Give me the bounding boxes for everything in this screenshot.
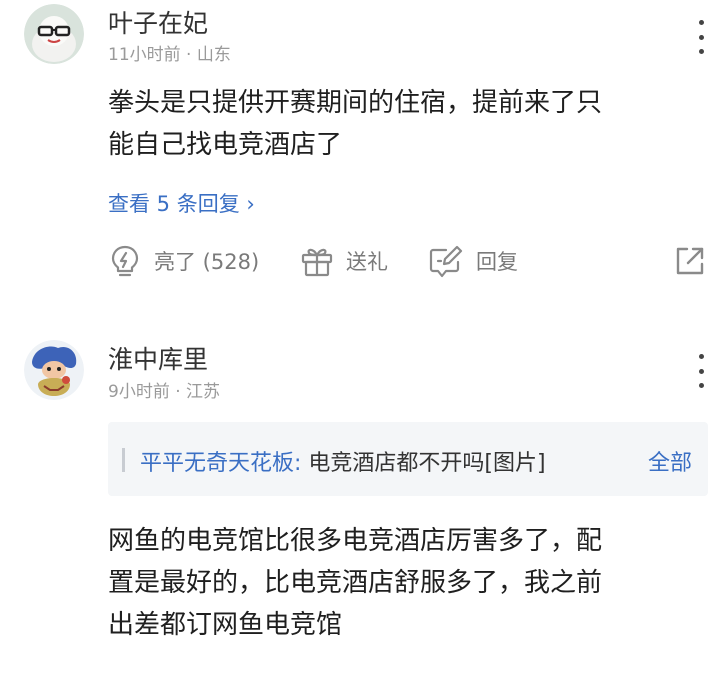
avatar[interactable] [24,340,84,400]
quote-bar [122,448,125,472]
comment-text: 拳头是只提供开赛期间的住宿，提前来了只 能自己找电竞酒店了 [108,82,698,166]
comment-text-line: 拳头是只提供开赛期间的住宿，提前来了只 [108,88,603,118]
quote-body: 电竞酒店都不开吗[图片] [308,451,546,476]
quote-expand-all[interactable]: 全部 [648,445,692,477]
gift-label: 送礼 [346,250,388,274]
comment-text-line: 置是最好的，比电竞酒店舒服多了，我之前 [108,568,603,598]
more-icon[interactable] [691,354,711,388]
username[interactable]: 淮中库里 [108,340,208,376]
gift-button[interactable]: 送礼 [300,240,388,282]
reply-edit-icon [428,244,464,278]
comment-meta: 9小时前 · 江苏 [108,382,221,402]
view-replies-link[interactable]: 查看 5 条回复 › [108,188,255,218]
gift-icon [300,244,334,278]
share-icon [673,244,707,278]
reply-label: 回复 [476,250,518,274]
share-button[interactable] [673,240,707,282]
quote-text: 平平无奇天花板: 电竞酒店都不开吗[图片] [140,445,620,477]
comment-text-line: 出差都订网鱼电竞馆 [108,610,343,640]
more-icon[interactable] [691,20,711,54]
avatar[interactable] [24,4,84,64]
comment-item: 淮中库里 9小时前 · 江苏 平平无奇天花板: 电竞酒店都不开吗[图片] 全部 … [0,320,719,674]
comment-meta: 11小时前 · 山东 [108,45,231,65]
comment-text-line: 能自己找电竞酒店了 [108,130,343,160]
like-count: 亮了 (528) [154,250,260,274]
quote-author[interactable]: 平平无奇天花板: [140,451,301,476]
comment-item: 叶子在妃 11小时前 · 山东 拳头是只提供开赛期间的住宿，提前来了只 能自己找… [0,0,719,305]
comment-text: 网鱼的电竞馆比很多电竞酒店厉害多了，配 置是最好的，比电竞酒店舒服多了，我之前 … [108,520,698,646]
reply-button[interactable]: 回复 [428,240,518,282]
like-button[interactable]: 亮了 (528) [108,240,259,282]
comment-actions: 亮了 (528) 送礼 回复 [108,240,713,282]
like-bulb-icon [108,244,142,278]
comment-text-line: 网鱼的电竞馆比很多电竞酒店厉害多了，配 [108,526,603,556]
quoted-reply[interactable]: 平平无奇天花板: 电竞酒店都不开吗[图片] 全部 [108,422,708,496]
username[interactable]: 叶子在妃 [108,4,208,40]
